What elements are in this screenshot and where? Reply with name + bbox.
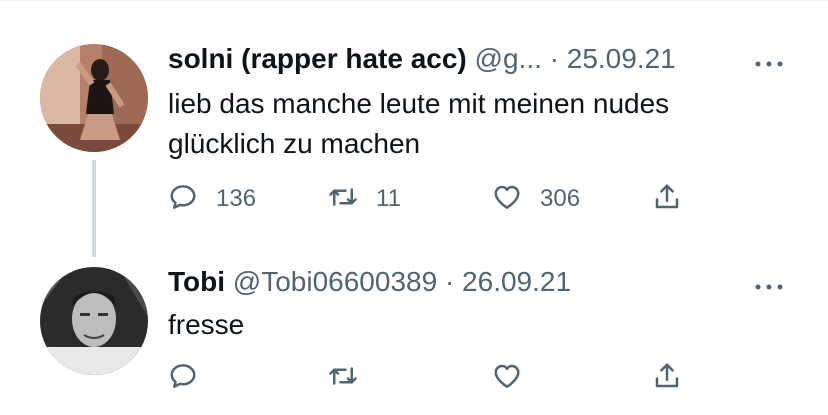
more-icon[interactable] <box>754 279 784 290</box>
share-icon <box>652 182 682 217</box>
avatar-tobi[interactable] <box>40 267 148 375</box>
retweet-button[interactable]: 11 <box>328 182 401 216</box>
like-count: 306 <box>540 185 581 212</box>
tweet-header: solni (rapper hate acc) @g... · 25.09.21 <box>168 42 676 76</box>
retweet-count: 11 <box>376 185 401 212</box>
reply-button[interactable] <box>168 361 198 395</box>
reply-count: 136 <box>216 185 257 212</box>
thread-line <box>92 160 96 257</box>
handle-and-date[interactable]: @Tobi06600389 · 26.09.21 <box>225 266 571 297</box>
retweet-icon <box>328 361 358 396</box>
display-name[interactable]: solni (rapper hate acc) <box>168 43 467 74</box>
tweet-1[interactable]: solni (rapper hate acc) @g... · 25.09.21… <box>0 0 828 257</box>
reply-icon <box>168 361 198 396</box>
like-icon <box>492 182 522 217</box>
action-bar: 136 11 306 <box>168 182 728 216</box>
like-button[interactable] <box>492 361 522 395</box>
share-button[interactable] <box>652 361 682 395</box>
like-button[interactable]: 306 <box>492 182 580 216</box>
tweet-text: lieb das manche leute mit meinen nudes g… <box>168 88 670 159</box>
tweet-text: fresse <box>168 309 245 340</box>
share-button[interactable] <box>652 182 682 216</box>
retweet-icon <box>328 182 358 217</box>
avatar-solni[interactable] <box>40 44 148 152</box>
share-icon <box>652 361 682 396</box>
display-name[interactable]: Tobi <box>168 266 225 297</box>
handle-and-date[interactable]: @g... · 25.09.21 <box>467 43 676 74</box>
tweet-header: Tobi @Tobi06600389 · 26.09.21 <box>168 265 571 299</box>
reply-icon <box>168 182 198 217</box>
reply-button[interactable]: 136 <box>168 182 256 216</box>
like-icon <box>492 361 522 396</box>
more-icon[interactable] <box>754 56 784 67</box>
tweet-2[interactable]: Tobi @Tobi06600389 · 26.09.21 fresse <box>0 255 828 415</box>
action-bar <box>168 361 728 395</box>
retweet-button[interactable] <box>328 361 358 395</box>
